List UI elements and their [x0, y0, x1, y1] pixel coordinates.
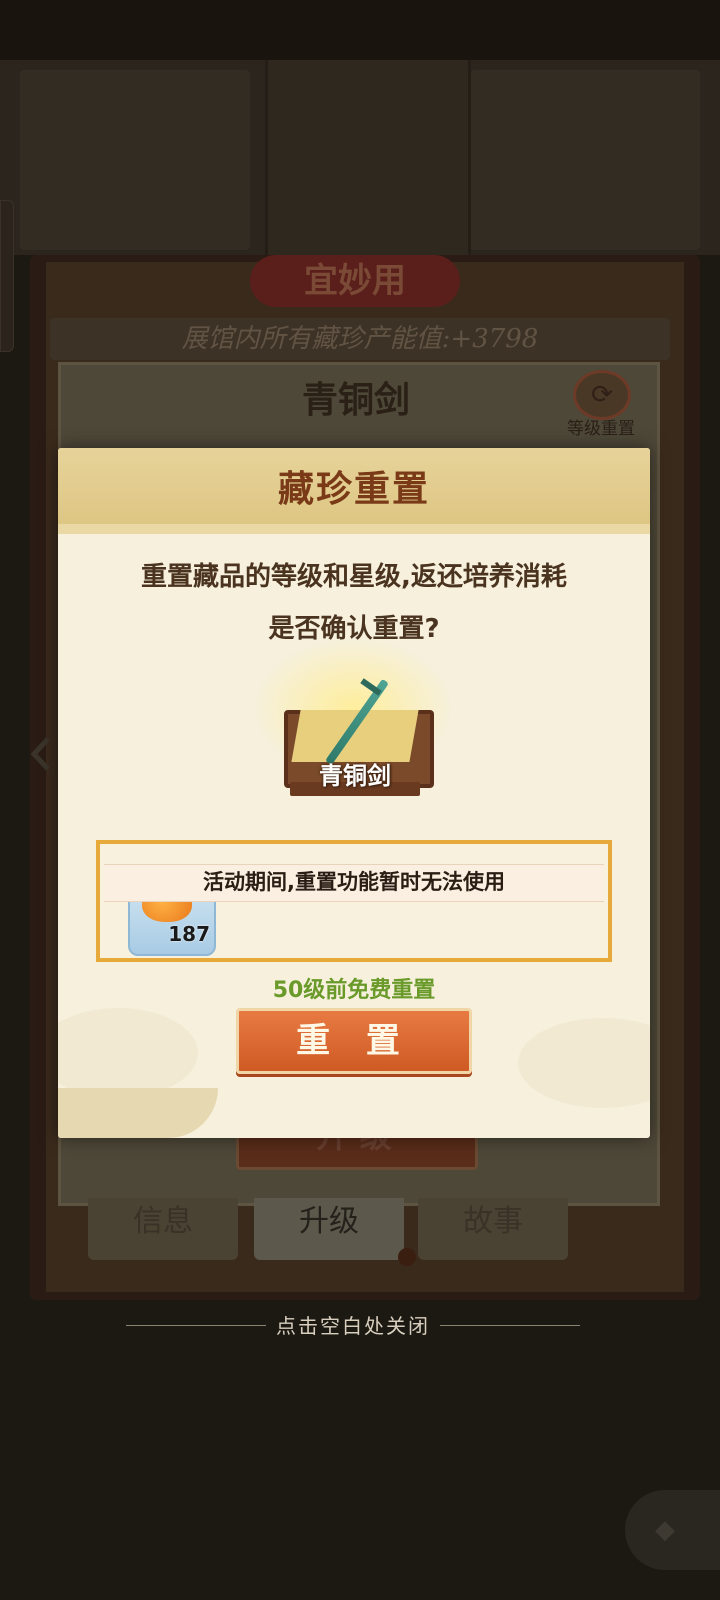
modal-title: 藏珍重置: [277, 468, 430, 510]
back-icon: ◆: [655, 1515, 675, 1545]
cloud-decoration-left: [58, 1008, 198, 1098]
close-hint[interactable]: 点击空白处关闭: [266, 1310, 440, 1339]
tab-story[interactable]: 故事: [418, 1198, 568, 1260]
background-panel-left: [20, 70, 250, 250]
reset-modal: 藏珍重置 重置藏品的等级和星级,返还培养消耗 是否确认重置? 青铜剑 187 活…: [58, 448, 650, 1138]
scroll-curl-decoration: [58, 1088, 218, 1138]
reset-button-label: 重 置: [296, 1021, 412, 1061]
modal-description-line-1: 重置藏品的等级和星级,返还培养消耗: [141, 562, 567, 592]
hall-title: 宜妙用: [304, 261, 406, 301]
bottom-right-button[interactable]: ◆: [625, 1490, 720, 1570]
background-display-case: [265, 60, 471, 260]
refresh-icon: ⟳: [591, 380, 613, 410]
tab-indicator-dot: [398, 1248, 416, 1266]
top-bar: [0, 0, 720, 60]
chevron-left-icon[interactable]: [26, 735, 56, 773]
cost-item-count: 187: [168, 922, 210, 946]
close-hint-line-right: [440, 1325, 580, 1326]
notice-text: 活动期间,重置功能暂时无法使用: [203, 870, 505, 894]
tab-upgrade[interactable]: 升级: [254, 1198, 404, 1260]
level-reset-button[interactable]: ⟳: [573, 370, 631, 420]
level-reset-label: 等级重置: [567, 419, 635, 439]
tab-info[interactable]: 信息: [88, 1198, 238, 1260]
museum-value-text: 展馆内所有藏珍产能值:+3798: [181, 324, 539, 354]
free-reset-hint: 50级前免费重置: [272, 978, 436, 1003]
side-drawer-handle[interactable]: [0, 200, 14, 352]
background-panel-right: [470, 70, 700, 250]
reset-button[interactable]: 重 置: [236, 1008, 472, 1074]
cloud-decoration-right: [518, 1018, 650, 1108]
close-hint-line-left: [126, 1325, 266, 1326]
item-name-label: 青铜剑: [319, 762, 391, 790]
